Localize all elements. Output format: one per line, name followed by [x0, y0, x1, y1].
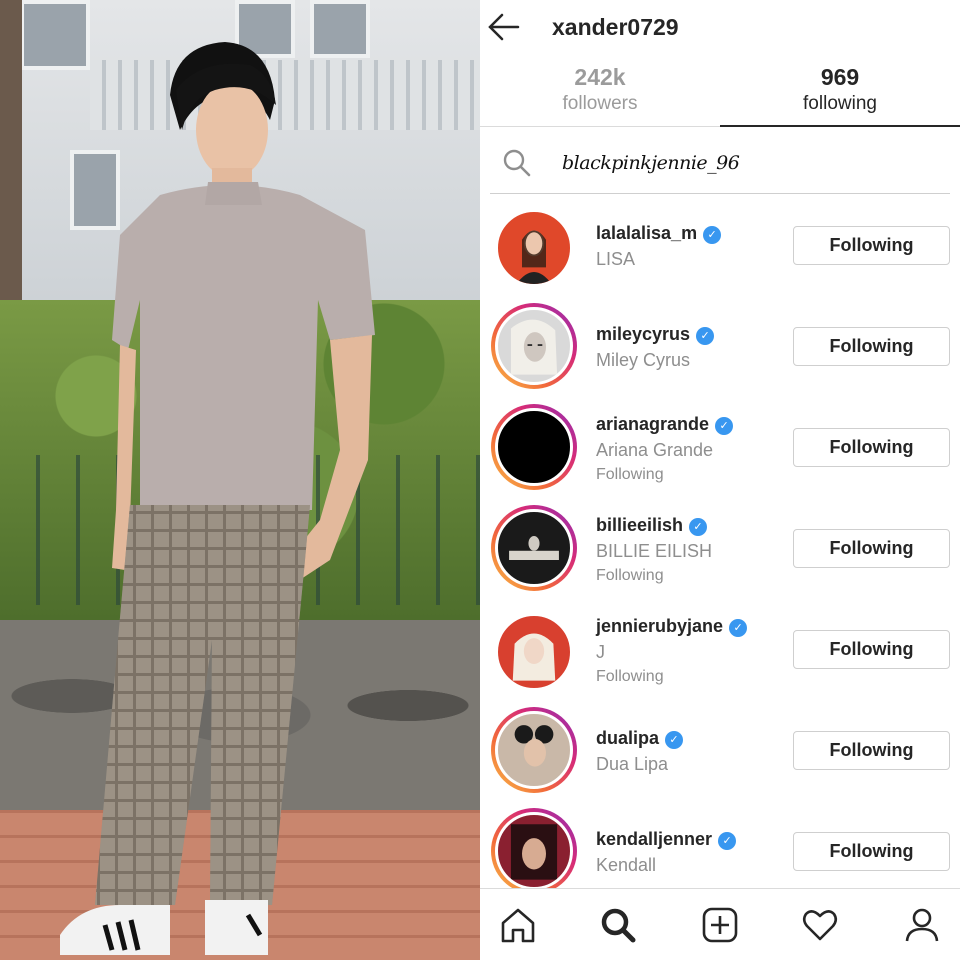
- avatar[interactable]: [491, 808, 577, 894]
- top-bar: xander0729: [480, 0, 960, 54]
- avatar[interactable]: [491, 707, 577, 793]
- list-item[interactable]: lalalalisa_m ✓ LISA Following: [480, 197, 960, 298]
- full-name: Kendall: [596, 855, 657, 875]
- followers-count: 242k: [574, 64, 626, 90]
- followers-label: followers: [562, 93, 638, 114]
- following-button[interactable]: Following: [793, 529, 950, 568]
- following-button[interactable]: Following: [793, 226, 950, 265]
- username[interactable]: dualipa ✓: [596, 728, 684, 749]
- full-name: Miley Cyrus: [596, 350, 691, 370]
- mutual-following-label: Following: [596, 668, 664, 685]
- avatar[interactable]: [491, 303, 577, 389]
- search-icon[interactable]: [598, 905, 638, 945]
- username[interactable]: arianagrande ✓: [596, 414, 734, 435]
- list-item[interactable]: billieeilish ✓ BILLIE EILISH Following Fo…: [480, 500, 960, 601]
- full-name: J: [596, 642, 605, 662]
- avatar[interactable]: [491, 609, 577, 695]
- full-name: LISA: [596, 249, 636, 269]
- following-button[interactable]: Following: [793, 630, 950, 669]
- avatar[interactable]: [491, 205, 577, 291]
- verified-badge-icon: ✓: [729, 619, 748, 637]
- search-bar[interactable]: blackpinkjennie_96: [490, 136, 950, 194]
- list-item[interactable]: arianagrande ✓ Ariana Grande Following Fo…: [480, 399, 960, 500]
- mutual-following-label: Following: [596, 567, 664, 584]
- verified-badge-icon: ✓: [665, 731, 684, 749]
- username[interactable]: billieeilish ✓: [596, 515, 708, 536]
- avatar[interactable]: [491, 505, 577, 591]
- search-icon: [503, 149, 531, 177]
- tab-followers[interactable]: 242k followers: [480, 62, 720, 128]
- username[interactable]: mileycyrus ✓: [596, 324, 715, 345]
- following-button[interactable]: Following: [793, 731, 950, 770]
- username[interactable]: jennierubyjane ✓: [596, 616, 748, 637]
- heart-icon[interactable]: [800, 905, 840, 945]
- full-name: Dua Lipa: [596, 754, 669, 774]
- following-label: following: [803, 93, 877, 114]
- verified-badge-icon: ✓: [696, 327, 715, 345]
- profile-photo: [0, 0, 480, 960]
- list-item[interactable]: jennierubyjane ✓ J Following Following: [480, 601, 960, 702]
- verified-badge-icon: ✓: [715, 417, 734, 435]
- bottom-navigation: [480, 888, 960, 960]
- avatar[interactable]: [491, 404, 577, 490]
- verified-badge-icon: ✓: [718, 832, 737, 850]
- mutual-following-label: Following: [596, 466, 664, 483]
- verified-badge-icon: ✓: [689, 518, 708, 536]
- profile-icon[interactable]: [902, 905, 942, 945]
- username[interactable]: kendalljenner ✓: [596, 829, 737, 850]
- list-item[interactable]: mileycyrus ✓ Miley Cyrus Following: [480, 298, 960, 399]
- back-arrow-icon[interactable]: [484, 10, 522, 44]
- profile-username: xander0729: [552, 14, 679, 40]
- list-item[interactable]: dualipa ✓ Dua Lipa Following: [480, 702, 960, 803]
- following-button[interactable]: Following: [793, 832, 950, 871]
- following-count: 969: [820, 64, 860, 90]
- verified-badge-icon: ✓: [703, 226, 722, 244]
- add-post-icon[interactable]: [700, 905, 740, 945]
- following-button[interactable]: Following: [793, 327, 950, 366]
- full-name: BILLIE EILISH: [596, 541, 713, 561]
- tab-following[interactable]: 969 following: [720, 62, 960, 128]
- full-name: Ariana Grande: [596, 440, 714, 460]
- following-button[interactable]: Following: [793, 428, 950, 467]
- home-icon[interactable]: [498, 905, 538, 945]
- instagram-following-screen: xander0729 242k followers 969 following …: [480, 0, 960, 960]
- username[interactable]: lalalalisa_m ✓: [596, 223, 722, 244]
- search-input[interactable]: blackpinkjennie_96: [562, 152, 740, 174]
- active-tab-indicator: [720, 125, 960, 127]
- person-figure: [60, 42, 375, 955]
